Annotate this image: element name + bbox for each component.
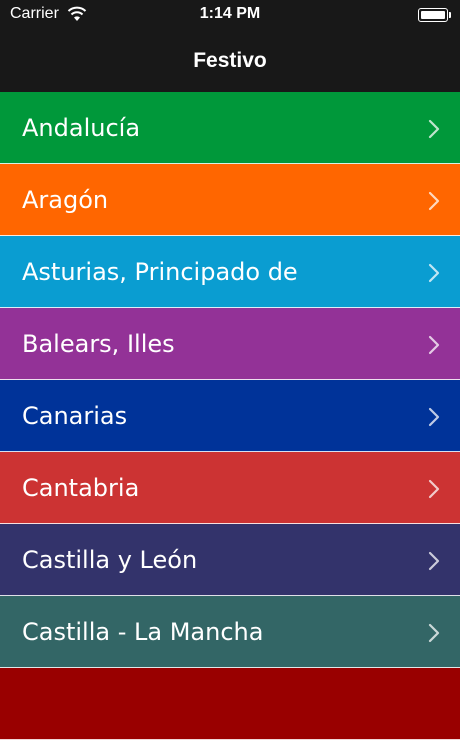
list-item-label: Aragón xyxy=(22,185,109,214)
status-bar: Carrier 1:14 PM xyxy=(0,0,460,30)
list-item-label: Castilla y León xyxy=(22,545,198,574)
list-item-label: Castilla - La Mancha xyxy=(22,617,264,646)
list-item-label: Balears, Illes xyxy=(22,329,175,358)
chevron-right-icon xyxy=(428,479,440,499)
status-time: 1:14 PM xyxy=(199,5,261,22)
chevron-right-icon xyxy=(428,407,440,427)
chevron-right-icon xyxy=(428,551,440,571)
list-item-label: Andalucía xyxy=(22,113,141,142)
chevron-right-icon xyxy=(428,191,440,211)
list-item-andalucia[interactable]: Andalucía xyxy=(0,92,460,164)
list-item-canarias[interactable]: Canarias xyxy=(0,380,460,452)
chevron-right-icon xyxy=(428,119,440,139)
list-item-castilla-y-leon[interactable]: Castilla y León xyxy=(0,524,460,596)
chevron-right-icon xyxy=(428,263,440,283)
list-item-baleares[interactable]: Balears, Illes xyxy=(0,308,460,380)
list-item-castilla-la-mancha[interactable]: Castilla - La Mancha xyxy=(0,596,460,668)
list-item-partial[interactable] xyxy=(0,668,460,740)
region-list: Andalucía Aragón Asturias, Principado de… xyxy=(0,92,460,740)
list-item-asturias[interactable]: Asturias, Principado de xyxy=(0,236,460,308)
list-item-label: Asturias, Principado de xyxy=(22,257,298,286)
chevron-right-icon xyxy=(428,335,440,355)
list-item-cantabria[interactable]: Cantabria xyxy=(0,452,460,524)
battery-icon xyxy=(418,8,451,22)
list-item-label: Canarias xyxy=(22,401,128,430)
list-item-label: Cantabria xyxy=(22,473,140,502)
navigation-bar: Festivo xyxy=(0,30,460,92)
page-title: Festivo xyxy=(193,49,267,72)
chevron-right-icon xyxy=(428,623,440,643)
list-item-aragon[interactable]: Aragón xyxy=(0,164,460,236)
